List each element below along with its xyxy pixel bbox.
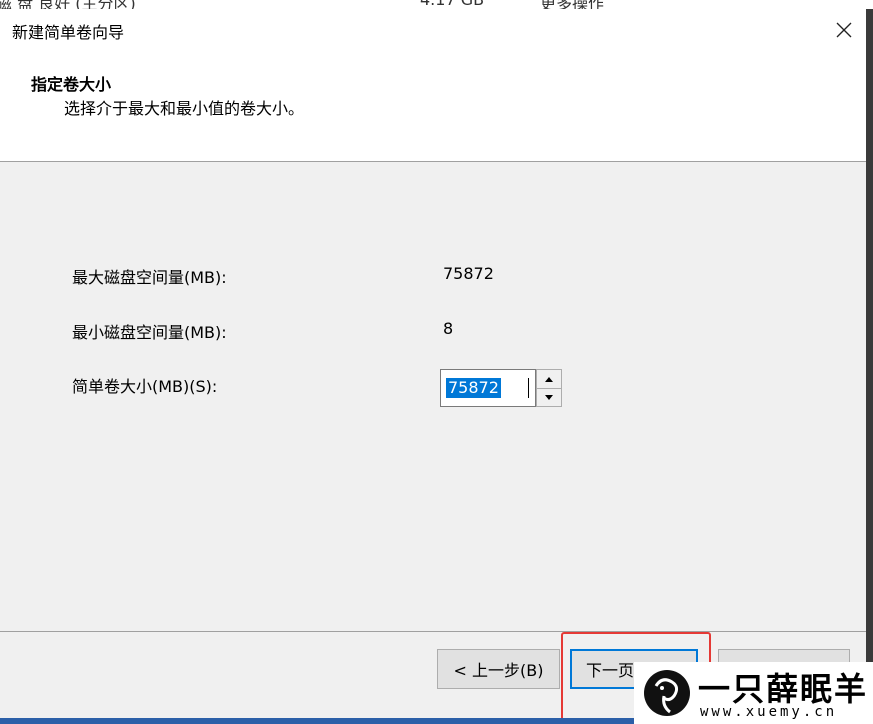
background-col-status: 磁 盘 良好 (主分区) <box>0 0 136 9</box>
watermark: 一只薛眠羊 www.xuemy.cn <box>634 662 873 724</box>
arrow-down-icon <box>545 394 553 400</box>
ram-logo-icon <box>644 670 690 716</box>
volume-size-input[interactable]: 75872 <box>440 369 536 407</box>
volume-size-value: 75872 <box>446 378 501 398</box>
volume-size-spinner[interactable] <box>536 369 562 407</box>
wizard-header: 指定卷大小 选择介于最大和最小值的卷大小。 <box>0 49 866 162</box>
back-button[interactable]: < 上一步(B) <box>437 649 560 689</box>
min-space-label: 最小磁盘空间量(MB): <box>72 323 227 342</box>
window-edge <box>866 9 873 724</box>
new-simple-volume-wizard: 新建简单卷向导 指定卷大小 选择介于最大和最小值的卷大小。 最大磁盘空间量(MB… <box>0 9 866 724</box>
close-button[interactable] <box>824 13 864 45</box>
max-space-value: 75872 <box>443 264 494 283</box>
arrow-up-icon <box>545 376 553 382</box>
window-title: 新建简单卷向导 <box>12 23 125 42</box>
background-col-size: 4.17 GB <box>420 0 484 9</box>
spin-up-button[interactable] <box>537 370 561 389</box>
close-icon <box>836 22 852 38</box>
spin-down-button[interactable] <box>537 388 561 406</box>
title-bar[interactable]: 新建简单卷向导 <box>0 9 866 49</box>
background-window-strip: 磁 盘 良好 (主分区) 4.17 GB 更多操作 <box>0 0 873 9</box>
page-subtitle: 选择介于最大和最小值的卷大小。 <box>64 99 305 118</box>
taskbar-edge <box>0 718 634 724</box>
volume-size-label: 简单卷大小(MB)(S): <box>72 377 218 396</box>
page-title: 指定卷大小 <box>31 75 112 94</box>
footer-separator <box>0 631 866 632</box>
text-caret <box>528 378 529 398</box>
background-col-actions: 更多操作 <box>540 0 604 9</box>
max-space-label: 最大磁盘空间量(MB): <box>72 268 227 287</box>
watermark-url: www.xuemy.cn <box>700 704 838 720</box>
min-space-value: 8 <box>443 319 454 338</box>
